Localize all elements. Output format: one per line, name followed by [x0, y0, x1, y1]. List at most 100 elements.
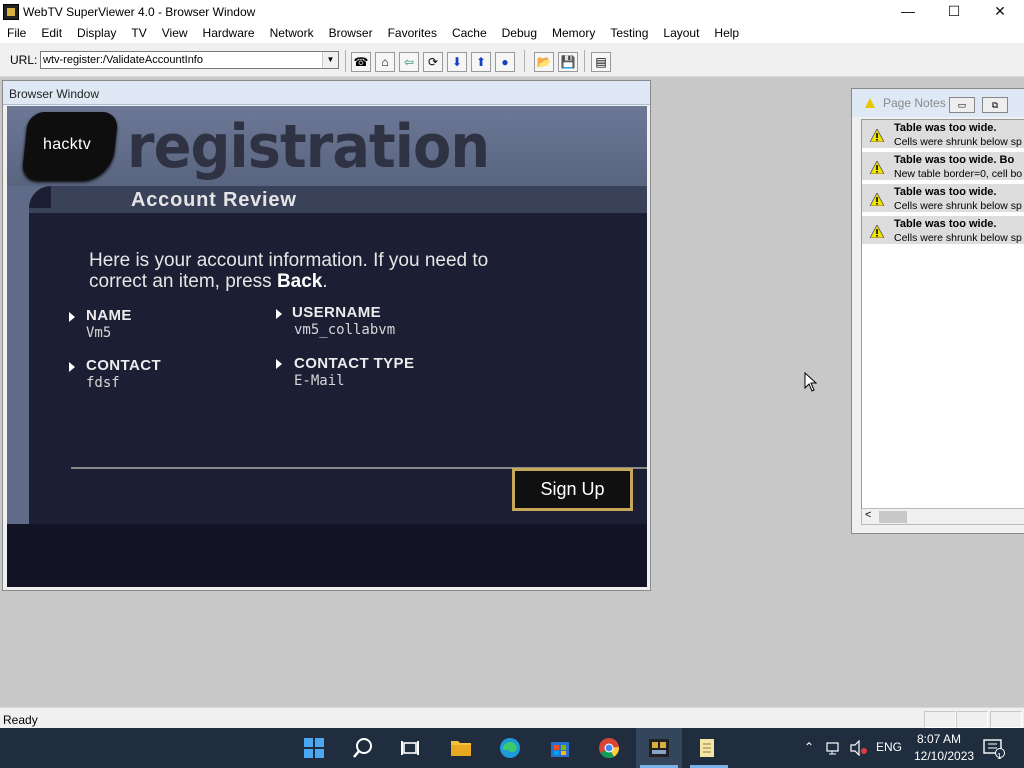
menu-network[interactable]: Network	[262, 23, 321, 43]
notification-center-icon[interactable]	[983, 738, 1005, 758]
contact-type-value: E-Mail	[294, 373, 345, 389]
status-pane	[956, 711, 988, 728]
home-button[interactable]: ⌂	[375, 52, 395, 72]
username-value: vm5_collabvm	[294, 322, 396, 338]
horizontal-scrollbar[interactable]: <	[861, 508, 1024, 525]
page-notes-minimize-button[interactable]: ▭	[949, 97, 975, 113]
store-icon[interactable]	[548, 736, 572, 760]
browser-window: Browser Window hacktv registration Accou…	[2, 80, 651, 591]
mouse-cursor-icon	[804, 372, 818, 392]
menu-layout[interactable]: Layout	[655, 23, 706, 43]
warning-icon	[870, 129, 884, 142]
url-value: wtv-register:/ValidateAccountInfo	[43, 54, 203, 66]
page-notes-list[interactable]: Table was too wide. Cells were shrunk be…	[861, 119, 1024, 517]
scroll-up-button[interactable]: ⬆	[471, 52, 491, 72]
edge-icon[interactable]	[498, 736, 522, 760]
menu-favorites[interactable]: Favorites	[380, 23, 444, 43]
name-label: NAME	[86, 307, 132, 324]
menu-display[interactable]: Display	[69, 23, 123, 43]
sidebar-curve	[29, 186, 51, 208]
search-icon[interactable]	[351, 736, 375, 760]
chrome-icon[interactable]	[597, 736, 621, 760]
status-pane	[990, 711, 1022, 728]
menu-view[interactable]: View	[154, 23, 195, 43]
notification-count: 1	[997, 752, 1002, 761]
clock[interactable]: 8:07 AM 12/10/2023	[914, 731, 975, 765]
task-view-icon[interactable]	[399, 736, 423, 760]
menu-help[interactable]: Help	[706, 23, 746, 43]
menu-memory[interactable]: Memory	[544, 23, 602, 43]
start-icon[interactable]	[302, 736, 326, 760]
close-button[interactable]: ✕	[977, 0, 1023, 22]
open-button[interactable]: 📂	[534, 52, 554, 72]
left-sidebar-band	[7, 186, 29, 524]
clock-time: 8:07 AM	[916, 732, 962, 746]
list-item[interactable]: Table was too wide. Cells were shrunk be…	[862, 216, 1024, 246]
connect-button[interactable]: ☎	[351, 52, 371, 72]
page-notes-button[interactable]: ▤	[591, 52, 611, 72]
list-item[interactable]: Table was too wide. Cells were shrunk be…	[862, 120, 1024, 150]
input-language-indicator[interactable]: ENG	[876, 740, 902, 754]
menu-edit[interactable]: Edit	[33, 23, 69, 43]
page-notes-icon: ▤	[595, 55, 607, 69]
stop-button[interactable]: ●	[495, 52, 515, 72]
scroll-down-icon: ⬇	[451, 55, 463, 69]
contact-value: fdsf	[86, 375, 120, 391]
menu-testing[interactable]: Testing	[602, 23, 655, 43]
connect-icon: ☎	[353, 55, 369, 69]
open-icon: 📂	[536, 55, 552, 69]
menu-file[interactable]: File	[0, 23, 33, 43]
browser-window-titlebar[interactable]: Browser Window	[3, 81, 650, 105]
maximize-button[interactable]: ☐	[931, 0, 977, 22]
save-icon: 💾	[560, 55, 576, 69]
menu-hardware[interactable]: Hardware	[195, 23, 262, 43]
status-bar: Ready	[0, 707, 1024, 728]
taskbar: ⌃ ENG 8:07 AM 12/10/2023 1	[0, 728, 1024, 768]
reload-icon: ⟳	[427, 55, 439, 69]
show-hidden-icons-icon[interactable]: ⌃	[804, 740, 814, 754]
contact-type-bullet-icon	[276, 359, 282, 369]
title-bar: WebTV SuperViewer 4.0 - Browser Window —…	[0, 0, 1024, 23]
menu-cache[interactable]: Cache	[444, 23, 494, 43]
back-icon: ⇦	[403, 55, 415, 69]
menu-debug[interactable]: Debug	[494, 23, 544, 43]
scrollbar-thumb[interactable]	[879, 511, 907, 523]
url-dropdown-arrow-icon[interactable]: ▼	[322, 52, 338, 68]
list-item[interactable]: Table was too wide. Bo New table border=…	[862, 152, 1024, 182]
contact-label: CONTACT	[86, 357, 162, 374]
volume-muted-icon[interactable]	[850, 740, 868, 756]
toolbar: URL: wtv-register:/ValidateAccountInfo ▼…	[0, 43, 1024, 77]
sign-up-button[interactable]: Sign Up	[512, 468, 633, 511]
note-detail: Cells were shrunk below sp	[894, 232, 1022, 244]
note-detail: New table border=0, cell bo	[894, 168, 1023, 180]
url-combobox[interactable]: wtv-register:/ValidateAccountInfo ▼	[40, 51, 339, 69]
webtv-screen: hacktv registration Account Review Here …	[7, 106, 647, 587]
save-button[interactable]: 💾	[558, 52, 578, 72]
minimize-button[interactable]: —	[885, 0, 931, 22]
menu-tv[interactable]: TV	[123, 23, 153, 43]
webtv-viewer-icon[interactable]	[647, 736, 671, 760]
page-notes-titlebar[interactable]: Page Notes ▭ ⧉	[852, 89, 1024, 117]
menu-browser[interactable]: Browser	[321, 23, 380, 43]
scroll-down-button[interactable]: ⬇	[447, 52, 467, 72]
note-detail: Cells were shrunk below sp	[894, 200, 1022, 212]
network-icon[interactable]	[826, 740, 842, 756]
warning-icon	[865, 98, 875, 108]
status-text: Ready	[3, 713, 38, 727]
page-notes-restore-button[interactable]: ⧉	[982, 97, 1008, 113]
back-button[interactable]: ⇦	[399, 52, 419, 72]
page-title: registration	[127, 112, 490, 182]
contact-type-label: CONTACT TYPE	[294, 355, 415, 372]
notepad-icon[interactable]	[695, 736, 719, 760]
file-explorer-icon[interactable]	[449, 736, 473, 760]
note-detail: Cells were shrunk below sp	[894, 136, 1022, 148]
list-item[interactable]: Table was too wide. Cells were shrunk be…	[862, 184, 1024, 214]
toolbar-separator	[524, 50, 525, 72]
reload-button[interactable]: ⟳	[423, 52, 443, 72]
username-label: USERNAME	[292, 304, 382, 321]
clock-date: 12/10/2023	[914, 749, 975, 763]
intro-text: Here is your account information. If you…	[89, 250, 539, 292]
menu-bar: File Edit Display TV View Hardware Netwo…	[0, 23, 1024, 43]
logo-text: hacktv	[43, 136, 92, 153]
scroll-left-icon[interactable]: <	[865, 509, 871, 521]
